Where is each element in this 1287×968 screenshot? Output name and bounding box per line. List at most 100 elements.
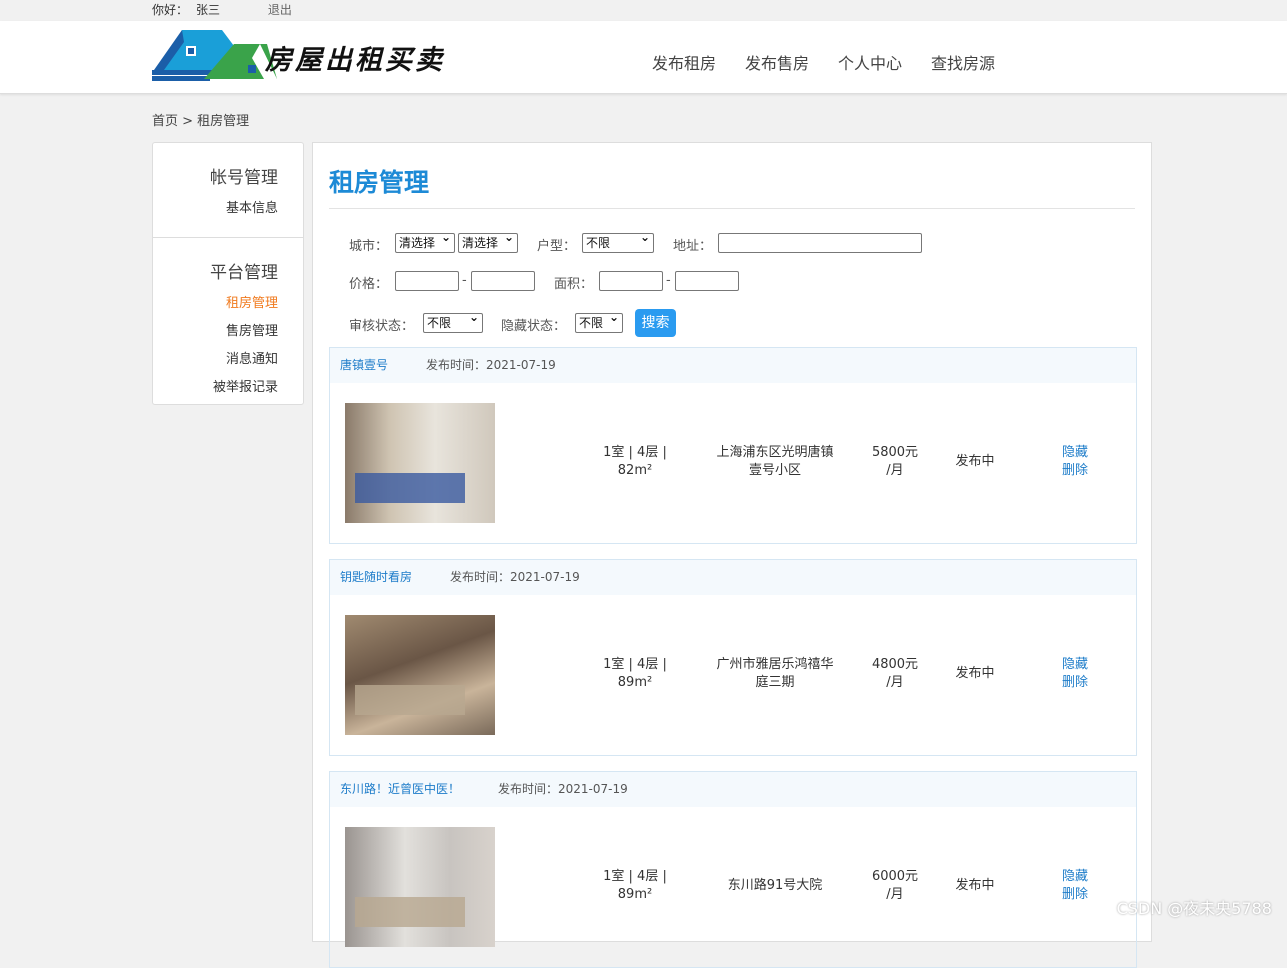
logout-link[interactable]: 退出 <box>268 3 292 17</box>
house-logo-icon <box>152 28 277 83</box>
listing-card: 唐镇壹号 发布时间：2021-07-19 1室 | 4层 |82m² 上海浦东区光… <box>329 347 1137 544</box>
area-max-input[interactable] <box>675 271 739 291</box>
address-line: 广州市雅居乐鸿禧华 <box>700 656 850 674</box>
delete-link[interactable]: 删除 <box>1062 886 1088 904</box>
page-title: 租房管理 <box>329 163 429 199</box>
nav-find-house[interactable]: 查找房源 <box>931 50 995 74</box>
listing-actions: 隐藏删除 <box>1062 868 1088 904</box>
logo-text: 房屋出租买卖 <box>265 38 445 77</box>
nav-personal-center[interactable]: 个人中心 <box>838 50 902 74</box>
divider <box>329 208 1135 209</box>
sidebar-group-platform: 平台管理 <box>153 258 278 283</box>
listing-status: 发布中 <box>940 665 1010 683</box>
hidden-status-select[interactable]: 不限 <box>575 313 623 333</box>
listing-photo[interactable] <box>345 827 495 947</box>
listing-header: 东川路！近曾医中医！ 发布时间：2021-07-19 <box>330 772 1136 807</box>
listing-price: 4800元/月 <box>860 656 930 692</box>
sidebar: 帐号管理 基本信息 平台管理 租房管理 售房管理 消息通知 被举报记录 <box>152 142 304 405</box>
city-label: 城市： <box>349 235 388 254</box>
nav-publish-sale[interactable]: 发布售房 <box>745 50 809 74</box>
listing-address: 广州市雅居乐鸿禧华庭三期 <box>700 656 850 692</box>
price-min-input[interactable] <box>395 271 459 291</box>
sidebar-item-reports[interactable]: 被举报记录 <box>153 376 278 395</box>
listing-photo[interactable] <box>345 615 495 735</box>
address-line: 上海浦东区光明唐镇 <box>700 444 850 462</box>
type-label: 户型： <box>537 235 576 254</box>
listing-spec: 1室 | 4层 |82m² <box>585 444 685 480</box>
province-select[interactable]: 清选择 <box>395 233 455 253</box>
nav-publish-rent[interactable]: 发布租房 <box>652 50 716 74</box>
listing-title-link[interactable]: 唐镇壹号 <box>340 358 388 372</box>
sofa-image-detail <box>355 685 465 715</box>
address-input[interactable] <box>718 233 922 253</box>
publish-time: 发布时间：2021-07-19 <box>498 782 628 796</box>
area-label: 面积： <box>554 273 593 292</box>
listing-actions: 隐藏删除 <box>1062 656 1088 692</box>
address-label: 地址： <box>673 235 712 254</box>
area: 89m² <box>585 674 685 692</box>
search-button[interactable]: 搜索 <box>635 309 676 337</box>
header: 房屋出租买卖 发布租房 发布售房 个人中心 查找房源 <box>0 21 1287 94</box>
price: 6000元 <box>860 868 930 886</box>
dash: - <box>666 273 671 288</box>
price-max-input[interactable] <box>471 271 535 291</box>
sidebar-item-sale-manage[interactable]: 售房管理 <box>153 320 278 339</box>
price-unit: /月 <box>860 886 930 904</box>
hide-link[interactable]: 隐藏 <box>1062 444 1088 462</box>
listing-title-link[interactable]: 东川路！近曾医中医！ <box>340 782 460 796</box>
room-floor: 1室 | 4层 | <box>585 444 685 462</box>
publish-time: 发布时间：2021-07-19 <box>426 358 556 372</box>
address-line: 庭三期 <box>700 674 850 692</box>
watermark: CSDN @夜未央5788 <box>1117 895 1272 919</box>
hide-link[interactable]: 隐藏 <box>1062 868 1088 886</box>
hidden-status-label: 隐藏状态： <box>501 315 566 334</box>
price-label: 价格： <box>349 273 388 292</box>
price: 5800元 <box>860 444 930 462</box>
divider <box>153 237 303 238</box>
listing-status: 发布中 <box>940 453 1010 471</box>
area-min-input[interactable] <box>599 271 663 291</box>
listing-spec: 1室 | 4层 |89m² <box>585 656 685 692</box>
sidebar-item-basic-info[interactable]: 基本信息 <box>153 197 278 216</box>
price-unit: /月 <box>860 462 930 480</box>
dash: - <box>462 273 467 288</box>
listing-actions: 隐藏删除 <box>1062 444 1088 480</box>
top-bar: 你好：张三 退出 <box>0 0 1287 21</box>
review-status-label: 审核状态： <box>349 315 414 334</box>
review-status-select[interactable]: 不限 <box>423 313 483 333</box>
sofa-image-detail <box>355 473 465 503</box>
sidebar-item-messages[interactable]: 消息通知 <box>153 348 278 367</box>
breadcrumb[interactable]: 首页 > 租房管理 <box>152 110 249 129</box>
listing-address: 东川路91号大院 <box>700 868 850 895</box>
listing-address: 上海浦东区光明唐镇壹号小区 <box>700 444 850 480</box>
listing-status: 发布中 <box>940 877 1010 895</box>
area: 89m² <box>585 886 685 904</box>
sidebar-item-rent-manage[interactable]: 租房管理 <box>153 292 278 311</box>
price: 4800元 <box>860 656 930 674</box>
listing-card: 钥匙随时看房 发布时间：2021-07-19 1室 | 4层 |89m² 广州市雅… <box>329 559 1137 756</box>
publish-time: 发布时间：2021-07-19 <box>450 570 580 584</box>
sidebar-group-account: 帐号管理 <box>153 163 278 188</box>
main-panel: 租房管理 城市： 清选择 清选择 户型： 不限 地址： 价格： - 面积： - … <box>312 142 1152 942</box>
username: 张三 <box>196 3 220 17</box>
listing-title-link[interactable]: 钥匙随时看房 <box>340 570 412 584</box>
type-select[interactable]: 不限 <box>582 233 654 253</box>
address-line: 东川路91号大院 <box>700 877 850 895</box>
listing-card: 东川路！近曾医中医！发布时间：2021-07-19 1室 | 4层 |89m² … <box>329 771 1137 968</box>
sofa-image-detail <box>355 897 465 927</box>
listing-price: 5800元/月 <box>860 444 930 480</box>
delete-link[interactable]: 删除 <box>1062 462 1088 480</box>
site-logo[interactable]: 房屋出租买卖 <box>152 28 462 83</box>
delete-link[interactable]: 删除 <box>1062 674 1088 692</box>
listing-header: 唐镇壹号 发布时间：2021-07-19 <box>330 348 1136 383</box>
city-select[interactable]: 清选择 <box>458 233 518 253</box>
listing-price: 6000元/月 <box>860 868 930 904</box>
listing-photo[interactable] <box>345 403 495 523</box>
address-line: 壹号小区 <box>700 462 850 480</box>
listing-spec: 1室 | 4层 |89m² <box>585 868 685 904</box>
room-floor: 1室 | 4层 | <box>585 868 685 886</box>
listing-header: 钥匙随时看房 发布时间：2021-07-19 <box>330 560 1136 595</box>
main-nav: 发布租房 发布售房 个人中心 查找房源 <box>652 50 995 74</box>
area: 82m² <box>585 462 685 480</box>
hide-link[interactable]: 隐藏 <box>1062 656 1088 674</box>
